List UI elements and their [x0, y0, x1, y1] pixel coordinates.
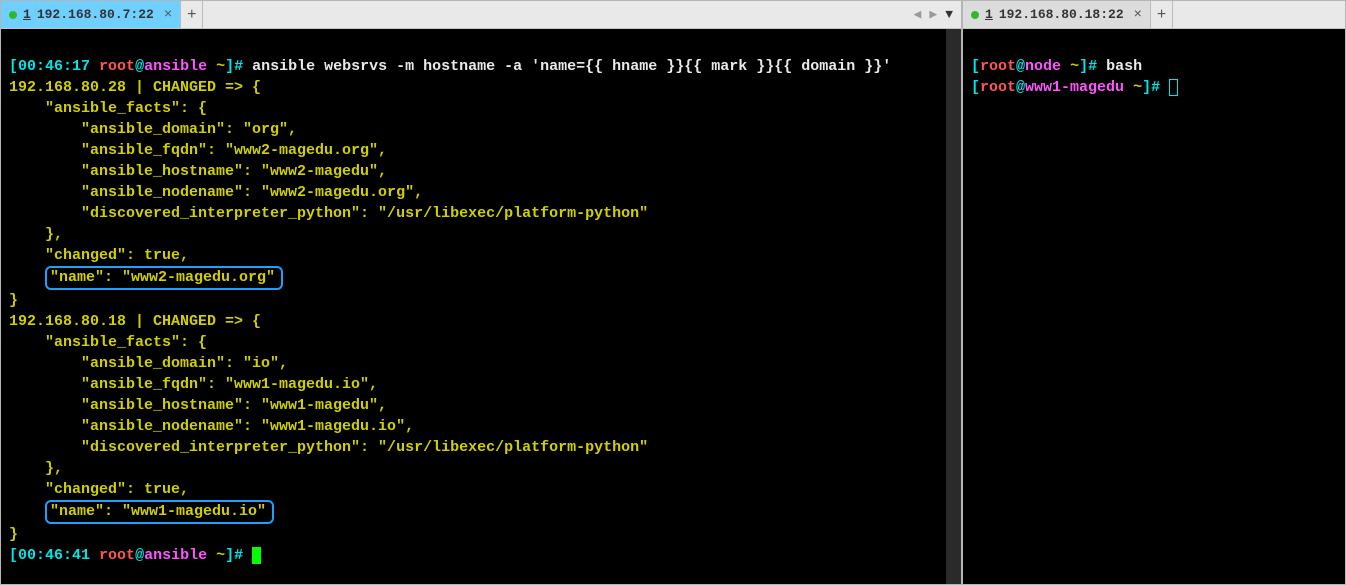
- host1-changed: "changed": true,: [9, 247, 189, 264]
- prompt-host: ansible: [144, 58, 207, 75]
- scrollbar[interactable]: [946, 29, 961, 584]
- r-line1-close: ]#: [1079, 58, 1097, 75]
- prompt-at: @: [135, 58, 144, 75]
- host2-hostname: "ansible_hostname": "www1-magedu",: [9, 397, 387, 414]
- prompt2-user: root: [99, 547, 135, 564]
- host2-name: "name": "www1-magedu.io": [50, 503, 266, 520]
- prompt2-time: 00:46:41: [18, 547, 90, 564]
- tab-ip-label: 192.168.80.18:22: [999, 7, 1124, 22]
- prompt2-host: ansible: [144, 547, 207, 564]
- new-tab-button[interactable]: +: [181, 1, 203, 28]
- host2-name-highlight: "name": "www1-magedu.io": [45, 500, 274, 524]
- prompt-close: ]#: [225, 58, 243, 75]
- r-line1-open: [: [971, 58, 980, 75]
- status-dot-icon: [971, 11, 979, 19]
- host2-header: 192.168.80.18 | CHANGED => {: [9, 313, 261, 330]
- close-icon[interactable]: ×: [164, 7, 172, 23]
- r-line1-host: node: [1025, 58, 1061, 75]
- tab-prev-icon[interactable]: ◀: [912, 7, 924, 22]
- host1-fqdn: "ansible_fqdn": "www2-magedu.org",: [9, 142, 387, 159]
- host2-nodename: "ansible_nodename": "www1-magedu.io",: [9, 418, 414, 435]
- host1-close: }: [9, 292, 18, 309]
- host1-name: "name": "www2-magedu.org": [50, 269, 275, 286]
- status-dot-icon: [9, 11, 17, 19]
- tab-index: 1: [985, 7, 993, 22]
- r-line2-user: root: [980, 79, 1016, 96]
- host2-interp: "discovered_interpreter_python": "/usr/l…: [9, 439, 648, 456]
- prompt-path: ~: [207, 58, 225, 75]
- host2-close: }: [9, 526, 18, 543]
- chevron-down-icon[interactable]: ▼: [943, 7, 955, 22]
- right-tab-1[interactable]: 1 192.168.80.18:22 ×: [963, 1, 1151, 28]
- tab-navigation: ◀ ▶ ▼: [906, 1, 961, 28]
- host1-facts-open: "ansible_facts": {: [9, 100, 207, 117]
- host1-name-highlight: "name": "www2-magedu.org": [45, 266, 283, 290]
- host1-header: 192.168.80.28 | CHANGED => {: [9, 79, 261, 96]
- left-terminal[interactable]: [00:46:17 root@ansible ~]# ansible websr…: [1, 29, 961, 584]
- new-tab-button[interactable]: +: [1151, 1, 1173, 28]
- r-line2-open: [: [971, 79, 980, 96]
- right-terminal[interactable]: [root@node ~]# bash [root@www1-magedu ~]…: [963, 29, 1345, 584]
- host2-fqdn: "ansible_fqdn": "www1-magedu.io",: [9, 376, 378, 393]
- right-pane: 1 192.168.80.18:22 × + [root@node ~]# ba…: [962, 0, 1346, 585]
- host1-nodename: "ansible_nodename": "www2-magedu.org",: [9, 184, 423, 201]
- command-text: ansible websrvs -m hostname -a 'name={{ …: [243, 58, 891, 75]
- r-line2-path: ~: [1124, 79, 1142, 96]
- close-icon[interactable]: ×: [1134, 7, 1142, 23]
- host1-hostname: "ansible_hostname": "www2-magedu",: [9, 163, 387, 180]
- r-line1-user: root: [980, 58, 1016, 75]
- r-line1-at: @: [1016, 58, 1025, 75]
- prompt-user: root: [99, 58, 135, 75]
- tab-index: 1: [23, 7, 31, 22]
- prompt-time: 00:46:17: [18, 58, 90, 75]
- r-line1-path: ~: [1061, 58, 1079, 75]
- right-tabbar: 1 192.168.80.18:22 × +: [963, 1, 1345, 29]
- host2-facts-close: },: [9, 460, 63, 477]
- prompt2-path: ~: [207, 547, 225, 564]
- r-line2-host: www1-magedu: [1025, 79, 1124, 96]
- r-line1-cmd: bash: [1097, 58, 1142, 75]
- host2-changed: "changed": true,: [9, 481, 189, 498]
- cursor-outline-icon: [1169, 79, 1178, 96]
- host2-facts-open: "ansible_facts": {: [9, 334, 207, 351]
- tab-ip-label: 192.168.80.7:22: [37, 7, 154, 22]
- left-pane: 1 192.168.80.7:22 × + ◀ ▶ ▼ [00:46:17 ro…: [0, 0, 962, 585]
- host2-domain: "ansible_domain": "io",: [9, 355, 288, 372]
- cursor-icon: [252, 547, 261, 564]
- host1-facts-close: },: [9, 226, 63, 243]
- tab-next-icon[interactable]: ▶: [927, 7, 939, 22]
- host1-interp: "discovered_interpreter_python": "/usr/l…: [9, 205, 648, 222]
- r-line2-close: ]#: [1142, 79, 1160, 96]
- r-line2-at: @: [1016, 79, 1025, 96]
- left-tab-1[interactable]: 1 192.168.80.7:22 ×: [1, 1, 181, 28]
- left-tabbar: 1 192.168.80.7:22 × + ◀ ▶ ▼: [1, 1, 961, 29]
- host1-domain: "ansible_domain": "org",: [9, 121, 297, 138]
